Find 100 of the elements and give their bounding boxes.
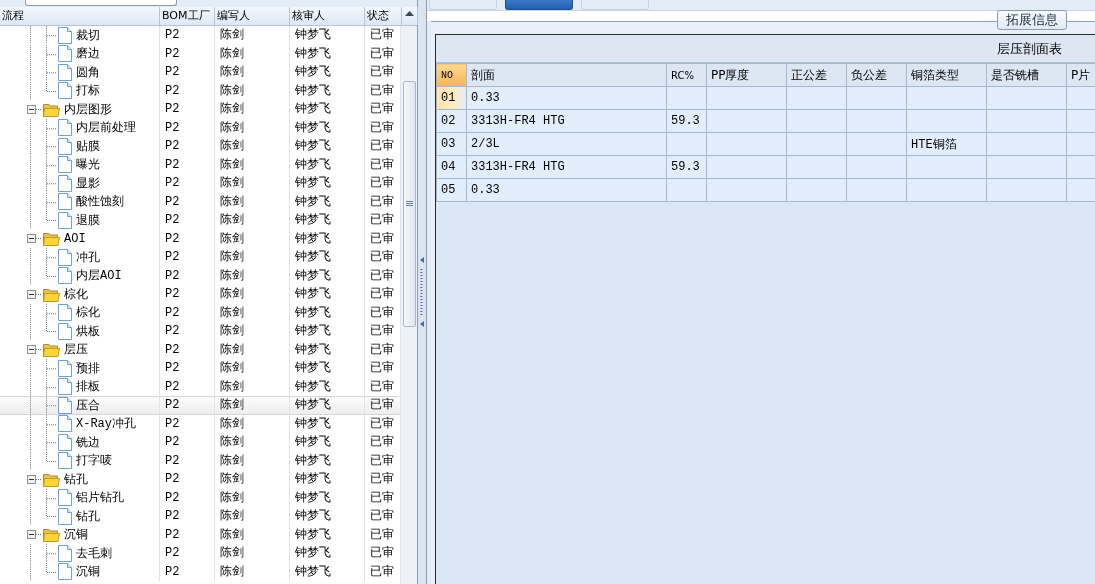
tree-row[interactable]: 内层AOI P2 陈剑 钟梦飞 已审 <box>0 266 401 285</box>
scrollbar-thumb[interactable] <box>402 81 416 327</box>
table-cell-text: 已审 <box>369 323 395 340</box>
tree-label: 排板 <box>76 379 100 396</box>
tree-row[interactable]: 沉铜 P2 陈剑 钟梦飞 已审 <box>0 562 401 581</box>
table-title: 层压剖面表 <box>997 41 1062 56</box>
table-cell: P2 <box>160 507 215 526</box>
document-icon <box>58 267 72 285</box>
tree-label: 裁切 <box>76 27 100 44</box>
tree-row[interactable]: 棕化 P2 陈剑 钟梦飞 已审 <box>0 285 401 304</box>
tree-row[interactable]: 冲孔 P2 陈剑 钟梦飞 已审 <box>0 248 401 267</box>
tree-row[interactable]: 钻孔 P2 陈剑 钟梦飞 已审 <box>0 507 401 526</box>
column-header[interactable]: 铜箔类型 <box>906 63 987 87</box>
tree-label: 铣边 <box>76 434 100 451</box>
tree-row[interactable]: AOI P2 陈剑 钟梦飞 已审 <box>0 229 401 248</box>
document-icon <box>58 507 72 525</box>
tree-label: 圆角 <box>76 64 100 81</box>
folder-icon <box>43 101 60 117</box>
table-cell: P2 <box>160 44 215 63</box>
tree-row[interactable]: 退膜 P2 陈剑 钟梦飞 已审 <box>0 211 401 230</box>
table-cell-text: 已审 <box>369 526 395 544</box>
tree-row[interactable]: 贴膜 P2 陈剑 钟梦飞 已审 <box>0 137 401 156</box>
tree-row[interactable]: 铣边 P2 陈剑 钟梦飞 已审 <box>0 433 401 452</box>
tree-connector <box>46 377 57 396</box>
column-header[interactable]: RC% <box>666 63 707 87</box>
column-header[interactable]: 负公差 <box>846 63 907 87</box>
tree-connector <box>36 348 42 352</box>
tree-row[interactable]: 去毛刺 P2 陈剑 钟梦飞 已审 <box>0 544 401 563</box>
column-header[interactable]: P片 <box>1066 63 1095 87</box>
document-icon <box>58 304 72 322</box>
table-cell: 陈剑 <box>215 211 290 230</box>
tree-row[interactable]: 磨边 P2 陈剑 钟梦飞 已审 <box>0 44 401 63</box>
table-cell-text: 已审 <box>369 82 395 100</box>
tree-label: 铝片钻孔 <box>76 490 124 507</box>
tree-label: 压合 <box>76 397 100 414</box>
document-icon <box>58 82 72 100</box>
splitter-grip-icon[interactable] <box>419 257 425 327</box>
table-cell-text: 已审 <box>369 452 395 470</box>
table-cell: 钟梦飞 <box>290 285 365 304</box>
tree-row[interactable]: 钻孔 P2 陈剑 钟梦飞 已审 <box>0 470 401 489</box>
table-cell-text: 已审 <box>369 378 395 396</box>
tree-row[interactable]: 沉铜 P2 陈剑 钟梦飞 已审 <box>0 525 401 544</box>
scroll-up-icon[interactable] <box>405 11 414 16</box>
tree-connector <box>46 359 57 378</box>
collapse-icon[interactable] <box>27 530 36 540</box>
tree-row[interactable]: 打字唛 P2 陈剑 钟梦飞 已审 <box>0 451 401 470</box>
tree-row[interactable]: 烘板 P2 陈剑 钟梦飞 已审 <box>0 322 401 341</box>
column-header[interactable]: 编写人 <box>215 7 290 25</box>
tree-row[interactable]: 圆角 P2 陈剑 钟梦飞 已审 <box>0 63 401 82</box>
table-cell: P2 <box>160 562 215 581</box>
document-icon <box>58 248 72 266</box>
column-header[interactable]: 剖面 <box>466 63 667 87</box>
column-header[interactable]: 核审人 <box>290 7 365 25</box>
tree-row[interactable]: 铝片钻孔 P2 陈剑 钟梦飞 已审 <box>0 488 401 507</box>
column-header[interactable]: BOM工厂 <box>160 7 215 25</box>
document-icon <box>58 137 72 155</box>
tree-row[interactable]: 预排 P2 陈剑 钟梦飞 已审 <box>0 359 401 378</box>
tree-row[interactable]: 层压 P2 陈剑 钟梦飞 已审 <box>0 340 401 359</box>
tree-row[interactable]: 压合 P2 陈剑 钟梦飞 已审 <box>0 396 401 415</box>
collapse-icon[interactable] <box>27 234 36 244</box>
tree-row[interactable]: X-Ray冲孔 P2 陈剑 钟梦飞 已审 <box>0 414 401 433</box>
scrollbar[interactable] <box>400 26 417 584</box>
tree-row[interactable]: 裁切 P2 陈剑 钟梦飞 已审 <box>0 26 401 45</box>
tree-row[interactable]: 棕化 P2 陈剑 钟梦飞 已审 <box>0 303 401 322</box>
tree-row[interactable]: 显影 P2 陈剑 钟梦飞 已审 <box>0 174 401 193</box>
column-header[interactable]: 正公差 <box>786 63 847 87</box>
table-cell-text: 已审 <box>369 489 395 507</box>
column-header[interactable]: NO <box>436 63 467 87</box>
tree-connector <box>46 118 57 137</box>
table-cell-text: 已审 <box>369 508 395 525</box>
tree-row[interactable]: 打标 P2 陈剑 钟梦飞 已审 <box>0 81 401 100</box>
table-cell: P2 <box>160 322 215 341</box>
table-cell: P2 <box>160 285 215 304</box>
table-cell: 陈剑 <box>215 359 290 378</box>
column-header[interactable]: 状态 <box>365 7 402 25</box>
table-cell: 钟梦飞 <box>290 470 365 489</box>
column-header[interactable]: PP厚度 <box>706 63 787 87</box>
tree-row[interactable]: 酸性蚀刻 P2 陈剑 钟梦飞 已审 <box>0 192 401 211</box>
table-cell: 陈剑 <box>215 470 290 489</box>
column-header[interactable]: 流程 <box>0 7 160 25</box>
collapse-icon[interactable] <box>27 289 36 299</box>
tree-row[interactable]: 曝光 P2 陈剑 钟梦飞 已审 <box>0 155 401 174</box>
collapse-icon[interactable] <box>27 104 36 114</box>
table-cell: 钟梦飞 <box>290 81 365 100</box>
collapse-icon[interactable] <box>27 474 36 484</box>
table-cell: 陈剑 <box>215 507 290 526</box>
input-field[interactable] <box>25 0 177 6</box>
column-header[interactable]: 是否铣槽 <box>986 63 1067 87</box>
tree-label: 打标 <box>76 83 100 100</box>
tree-row[interactable]: 内层图形 P2 陈剑 钟梦飞 已审 <box>0 100 401 119</box>
document-icon <box>58 396 72 414</box>
table-cell: 2/3L <box>466 132 667 156</box>
table-cell: P2 <box>160 26 215 45</box>
document-icon <box>58 26 72 44</box>
table-cell: 陈剑 <box>215 229 290 248</box>
tree-label: 内层图形 <box>64 101 112 118</box>
collapse-icon[interactable] <box>27 345 36 355</box>
table-cell: 钟梦飞 <box>290 507 365 526</box>
tree-row[interactable]: 内层前处理 P2 陈剑 钟梦飞 已审 <box>0 118 401 137</box>
table-cell-text: 已审 <box>369 471 395 488</box>
